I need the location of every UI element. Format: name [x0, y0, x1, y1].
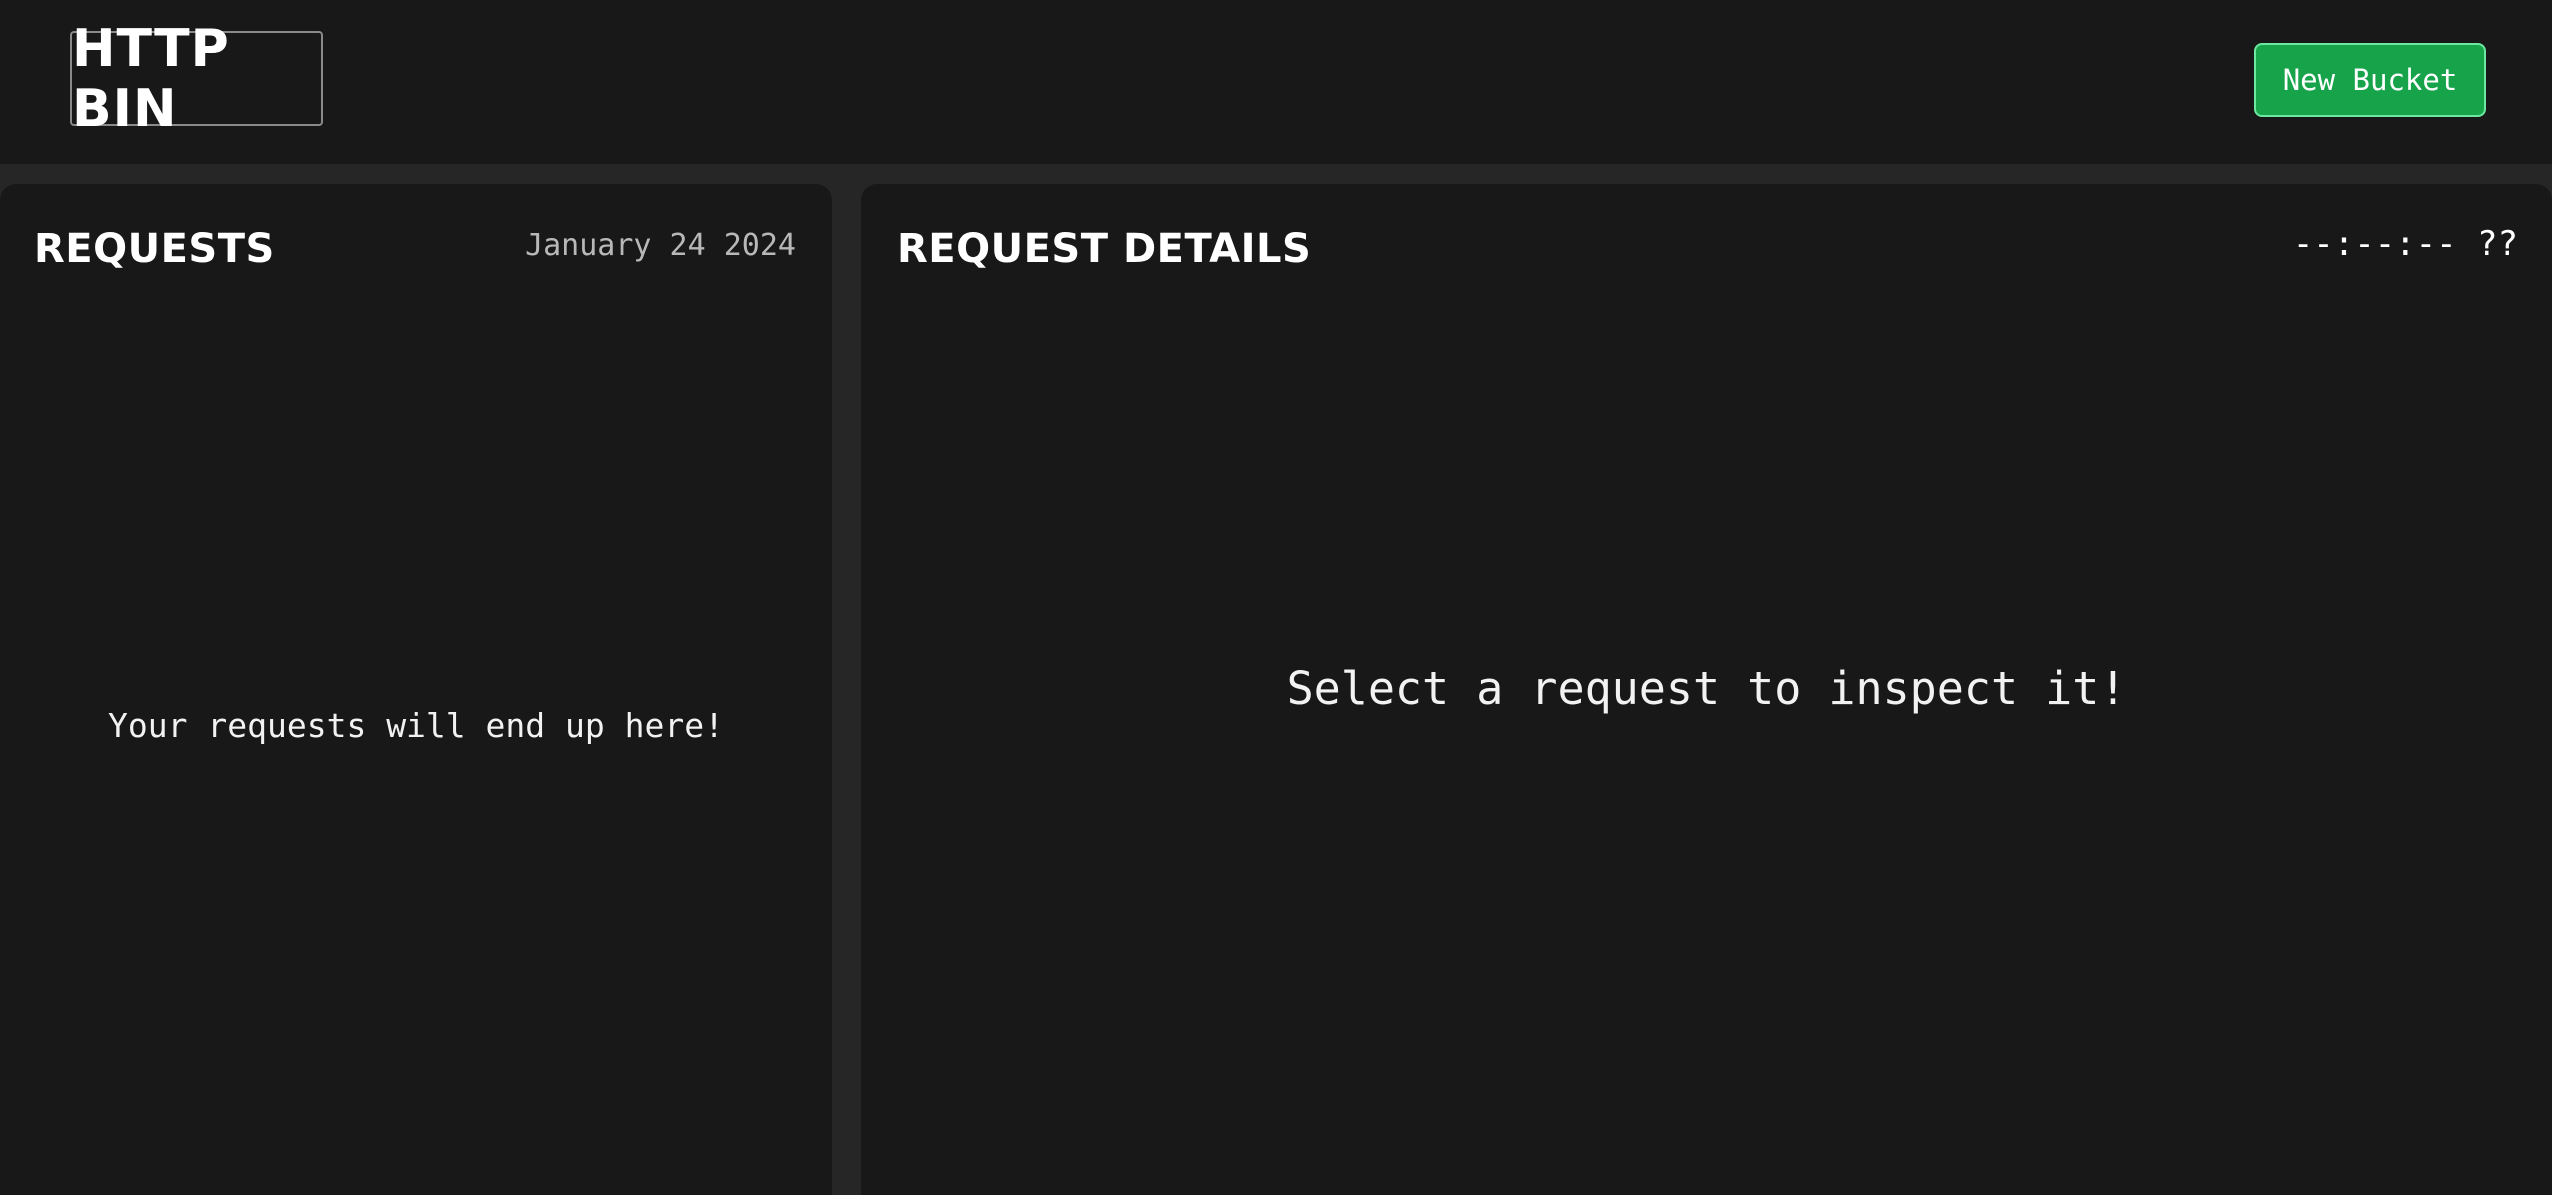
requests-panel: REQUESTS January 24 2024 Your requests w…: [0, 184, 832, 1195]
requests-empty-message: Your requests will end up here!: [108, 706, 724, 745]
request-time: --:--:-- ??: [2292, 224, 2518, 264]
request-details-panel: REQUEST DETAILS --:--:-- ?? Select a req…: [861, 184, 2552, 1195]
requests-title: REQUESTS: [34, 226, 275, 272]
requests-date: January 24 2024: [525, 228, 796, 263]
app-logo[interactable]: HTTP BIN: [70, 19, 323, 139]
request-details-title: REQUEST DETAILS: [897, 226, 1312, 272]
request-details-empty-message: Select a request to inspect it!: [1286, 662, 2127, 715]
top-header: HTTP BIN New Bucket: [0, 0, 2552, 164]
new-bucket-button[interactable]: New Bucket: [2254, 43, 2486, 117]
